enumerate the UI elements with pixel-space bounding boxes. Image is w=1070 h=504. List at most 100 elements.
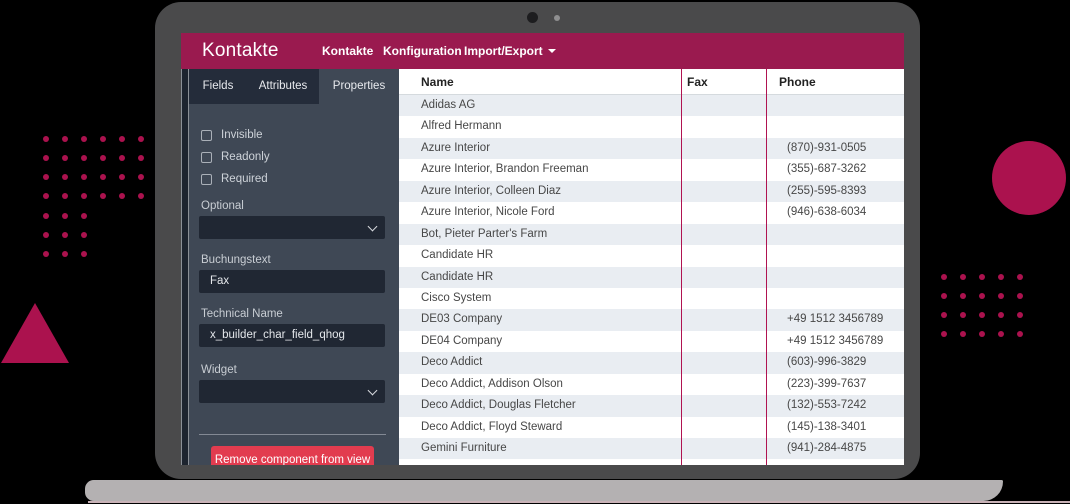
decoration-dot [62,155,68,161]
checkbox-icon[interactable] [201,152,212,163]
decoration-dot [81,136,87,142]
decoration-dot [1017,331,1023,337]
table-row[interactable]: Deco Addict, Floyd Steward(145)-138-3401 [399,417,904,438]
cell-name: DE03 Company [399,309,681,330]
table-header: Name Fax Phone [399,69,904,95]
cell-name: Azure Interior, Nicole Ford [399,202,681,223]
column-header-fax[interactable]: Fax [681,69,766,94]
webcam-icon [527,12,538,23]
checkbox-invisible[interactable]: Invisible [201,124,270,146]
cell-name: Alfred Hermann [399,116,681,137]
decoration-dot [119,174,125,180]
decoration-dot [979,293,985,299]
table-body: Adidas AGAlfred HermannAzure Interior(87… [399,95,904,459]
table-row[interactable]: Deco Addict, Douglas Fletcher(132)-553-7… [399,395,904,416]
cell-name: DE04 Company [399,331,681,352]
cell-phone: (255)-595-8393 [766,181,904,202]
menu-item-import-export[interactable]: Import/Export [464,33,556,69]
checkbox-required[interactable]: Required [201,168,270,190]
technical-name-label: Technical Name [201,308,283,320]
decoration-dot [62,251,68,257]
app-header: Kontakte Kontakte Konfiguration Import/E… [181,33,904,69]
remove-component-button[interactable]: Remove component from view [211,446,374,465]
table-row[interactable]: Adidas AG [399,95,904,116]
table-row[interactable]: Azure Interior, Nicole Ford (946)-638-603… [399,202,904,223]
cell-fax [681,159,766,180]
sidebar-scrollbar[interactable] [181,69,189,465]
cell-phone: (355)-687-3262 [766,159,904,180]
table-row[interactable]: Candidate HR [399,245,904,266]
cell-name: Azure Interior, Colleen Diaz [399,181,681,202]
decoration-dot [998,312,1004,318]
buchungstext-input[interactable]: Fax [199,270,385,293]
table-row[interactable]: DE03 Company+49 1512 3456789 [399,309,904,330]
cell-fax [681,267,766,288]
table-row[interactable]: Azure Interior, Brandon Freeman(355)-687… [399,159,904,180]
sidebar-divider [199,434,386,435]
checkbox-icon[interactable] [201,130,212,141]
decoration-dot [138,174,144,180]
cell-name: Deco Addict, Addison Olson [399,374,681,395]
checkbox-label: Invisible [221,129,263,141]
decoration-dot [960,274,966,280]
column-header-phone[interactable]: Phone [766,69,904,94]
cell-fax [681,395,766,416]
decoration-dot [960,331,966,337]
decoration-dot [81,174,87,180]
laptop-base-shadow [88,501,1070,503]
table-row[interactable]: Cisco System [399,288,904,309]
cell-name: Adidas AG [399,95,681,116]
property-checkboxes: Invisible Readonly Required [201,124,270,190]
cell-phone: (946)-638-6034 [766,202,904,223]
decoration-dot [1017,293,1023,299]
page-background: Kontakte Kontakte Konfiguration Import/E… [0,0,1070,504]
decoration-dot [43,232,49,238]
table-row[interactable]: Gemini Furniture(941)-284-4875 [399,438,904,459]
table-row[interactable]: Deco Addict(603)-996-3829 [399,352,904,373]
optional-select[interactable] [199,216,385,239]
decoration-dot [62,193,68,199]
webcam-led-icon [554,15,560,21]
table-row[interactable]: Deco Addict, Addison Olson(223)-399-7637 [399,374,904,395]
cell-name: Cisco System [399,288,681,309]
tab-properties[interactable]: Properties [319,69,399,104]
tab-fields[interactable]: Fields [189,69,247,104]
decoration-dot [941,331,947,337]
cell-name: Candidate HR [399,267,681,288]
decoration-dot [979,274,985,280]
column-header-name[interactable]: Name [399,69,681,94]
cell-name: Azure Interior [399,138,681,159]
cell-fax [681,352,766,373]
cell-fax [681,245,766,266]
menu-item-konfiguration[interactable]: Konfiguration [383,33,462,69]
decoration-dot [43,155,49,161]
decoration-dot [138,136,144,142]
technical-name-input[interactable]: x_builder_char_field_qhog [199,324,385,347]
decoration-dot [43,193,49,199]
checkbox-readonly[interactable]: Readonly [201,146,270,168]
decoration-dot [81,251,87,257]
cell-phone [766,116,904,137]
menu-item-kontakte[interactable]: Kontakte [322,33,373,69]
table-row[interactable]: Bot, Pieter Parter's Farm [399,224,904,245]
cell-fax [681,224,766,245]
table-row[interactable]: Candidate HR [399,267,904,288]
decoration-dot [138,155,144,161]
cell-fax [681,417,766,438]
table-row[interactable]: Azure Interior, Colleen Diaz (255)-595-83… [399,181,904,202]
table-row[interactable]: DE04 Company+49 1512 3456789 [399,331,904,352]
laptop-frame: Kontakte Kontakte Konfiguration Import/E… [155,2,920,479]
checkbox-icon[interactable] [201,174,212,185]
cell-fax [681,95,766,116]
table-row[interactable]: Azure Interior(870)-931-0505 [399,138,904,159]
tab-attributes[interactable]: Attributes [247,69,319,104]
decoration-dot [62,213,68,219]
decoration-triangle [1,303,69,363]
decoration-dot [119,193,125,199]
sidebar-tabs: Fields Attributes Properties [189,69,399,104]
table-row[interactable]: Alfred Hermann [399,116,904,137]
widget-select[interactable] [199,380,385,403]
decoration-dot [941,312,947,318]
decoration-dot [119,136,125,142]
checkbox-label: Required [221,173,268,185]
